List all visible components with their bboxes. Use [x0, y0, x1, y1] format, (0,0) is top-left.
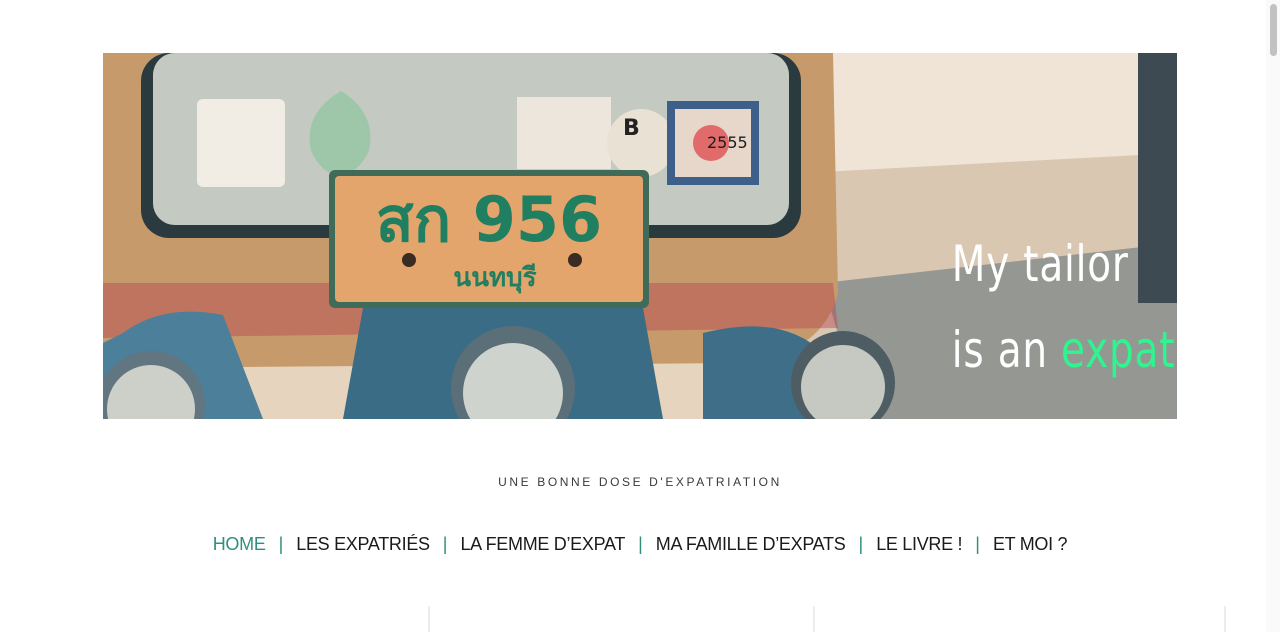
main-navigation: HOME | LES EXPATRIÉS | LA FEMME D’EXPAT …	[0, 534, 1280, 555]
site-title-line-2: is an expat	[951, 307, 1175, 393]
nav-item-le-livre[interactable]: LE LIVRE !	[870, 534, 968, 555]
site-logo-title[interactable]: My tailor is an expat	[951, 221, 1175, 393]
site-title-line-2-prefix: is an	[951, 321, 1048, 379]
site-title-accent: expat	[1061, 321, 1176, 379]
nav-separator: |	[442, 534, 448, 554]
header-banner[interactable]: 2555 B สก 956 นนทบุรี My tailor is an ex…	[103, 53, 1177, 419]
nav-item-home[interactable]: HOME	[207, 534, 272, 555]
plate-number: สก 956	[376, 183, 602, 256]
nav-item-les-expatries[interactable]: LES EXPATRIÉS	[290, 534, 435, 555]
nav-item-ma-famille-d-expats[interactable]: MA FAMILLE D’EXPATS	[650, 534, 852, 555]
content-column-divider	[813, 606, 815, 632]
plate-province: นนทบุรี	[453, 263, 536, 294]
scrollbar-thumb[interactable]	[1270, 4, 1277, 56]
site-tagline: UNE BONNE DOSE D'EXPATRIATION	[498, 475, 782, 489]
sticker-letter: B	[623, 116, 640, 141]
site-title-line-1: My tailor	[951, 235, 1129, 293]
sticker-number: 2555	[707, 133, 748, 152]
nav-separator: |	[278, 534, 284, 554]
nav-item-et-moi[interactable]: ET MOI ?	[987, 534, 1073, 555]
nav-separator: |	[975, 534, 980, 554]
content-column-divider	[428, 606, 430, 632]
nav-separator: |	[638, 534, 643, 554]
nav-item-la-femme-d-expat[interactable]: LA FEMME D’EXPAT	[454, 534, 631, 555]
nav-separator: |	[858, 534, 864, 554]
content-column-divider	[1224, 606, 1226, 632]
